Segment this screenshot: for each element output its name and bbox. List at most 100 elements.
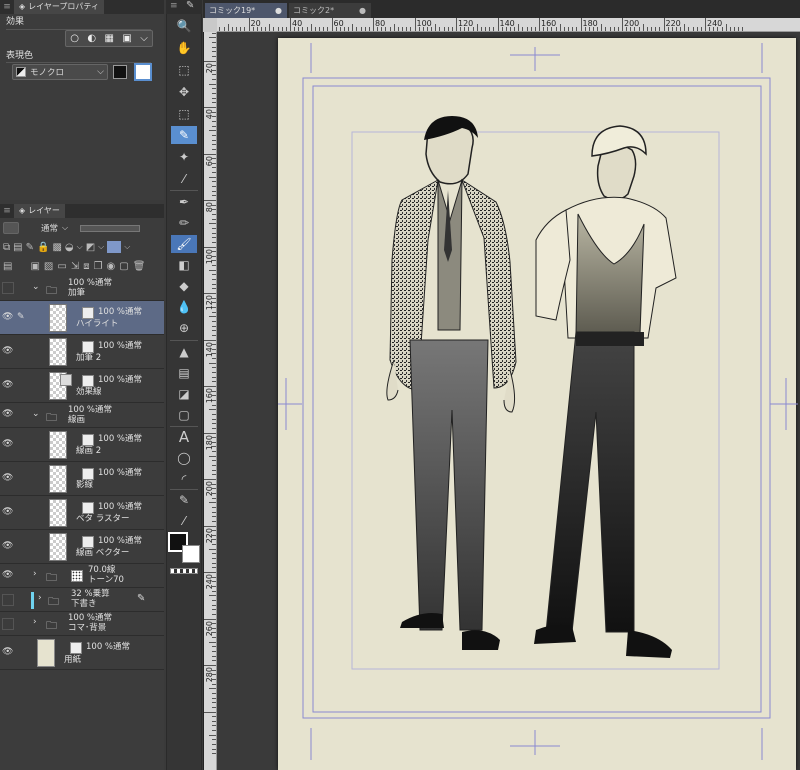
- panel-menu-icon[interactable]: ≡: [0, 206, 14, 216]
- correct-line-icon[interactable]: ✎: [171, 491, 197, 509]
- tab-layer[interactable]: ◈ レイヤー: [14, 204, 65, 218]
- eye-icon[interactable]: 👁: [2, 439, 14, 451]
- blend-mode-select[interactable]: 通常: [41, 222, 58, 234]
- eye-icon[interactable]: 👁: [2, 473, 14, 485]
- pencil-icon[interactable]: ✏: [171, 214, 197, 232]
- chevron-down-icon[interactable]: ⌵: [62, 223, 68, 233]
- ruler-icon[interactable]: ◩: [86, 242, 95, 253]
- chevron-down-icon[interactable]: ⌄: [32, 282, 40, 292]
- merge-icon[interactable]: ⧈: [83, 261, 89, 272]
- layer-list-icon[interactable]: ▤: [3, 261, 12, 272]
- transparent-color-swatch[interactable]: [170, 568, 198, 574]
- figure-icon[interactable]: ◪: [171, 385, 197, 403]
- white-swatch[interactable]: [134, 63, 152, 81]
- move-icon[interactable]: ✥: [171, 83, 197, 101]
- mask-icon[interactable]: ◒: [65, 242, 74, 253]
- effect-buttons[interactable]: ○ ◐ ▦ ▣ ⌵: [65, 30, 153, 47]
- layer-row[interactable]: 👁 100 %通常 影線: [0, 462, 164, 496]
- text-icon[interactable]: A: [171, 428, 197, 446]
- layer-row[interactable]: 👁 ✎ 100 %通常 ハイライト: [0, 301, 164, 335]
- layer-row[interactable]: 👁 100 %通常 ベタ ラスター: [0, 496, 164, 530]
- display-color-select[interactable]: モノクロ ⌵: [12, 64, 108, 80]
- clip-icon[interactable]: ⧉: [3, 242, 10, 253]
- layer-row-folder[interactable]: ⌄ 🗀 100 %通常 加筆: [0, 276, 164, 301]
- pen-icon[interactable]: ✒: [171, 193, 197, 211]
- eyedropper-icon[interactable]: ⁄: [171, 170, 197, 188]
- visibility-toggle[interactable]: [2, 282, 14, 294]
- eye-icon[interactable]: 👁: [2, 647, 14, 659]
- lock-alpha-icon[interactable]: ▩: [52, 242, 61, 253]
- chevron-down-icon[interactable]: ⌄: [32, 409, 40, 419]
- draft-icon[interactable]: ✎: [26, 242, 34, 253]
- panel-menu-icon[interactable]: ≡: [0, 2, 14, 12]
- eraser-icon[interactable]: ◧: [171, 256, 197, 274]
- eye-icon[interactable]: 👁: [2, 312, 14, 324]
- new-raster-icon[interactable]: ▣: [30, 261, 39, 272]
- tab-layer-property-label: レイヤープロパティ: [28, 2, 99, 11]
- sub-color-swatch[interactable]: [182, 545, 200, 563]
- magic-wand-icon[interactable]: ✦: [171, 148, 197, 166]
- eye-icon[interactable]: 👁: [2, 570, 14, 582]
- lock-icon[interactable]: 🔒: [37, 242, 49, 253]
- layer-row[interactable]: 👁 100 %通常 効果線: [0, 369, 164, 403]
- dropper-icon[interactable]: ⁄: [171, 512, 197, 530]
- black-swatch[interactable]: [113, 65, 127, 79]
- mask-add-icon[interactable]: ◉: [107, 261, 116, 272]
- eye-icon[interactable]: 👁: [2, 507, 14, 519]
- chevron-down-icon[interactable]: ⌵: [140, 33, 148, 44]
- eye-icon[interactable]: 👁: [2, 541, 14, 553]
- ref-icon[interactable]: ▤: [13, 242, 22, 253]
- blend-icon[interactable]: ◆: [171, 277, 197, 295]
- paint-bucket-icon[interactable]: ▲: [171, 343, 197, 361]
- layer-color-icon[interactable]: [107, 241, 122, 253]
- tab-document[interactable]: コミック2* ●: [289, 3, 371, 18]
- gradient-icon[interactable]: ▤: [171, 364, 197, 382]
- layer-color-icon[interactable]: ▣: [122, 33, 131, 44]
- tab-layer-property[interactable]: ◈ レイヤープロパティ: [14, 0, 104, 14]
- fill-icon[interactable]: 💧: [171, 298, 197, 316]
- tab-document[interactable]: コミック19* ●: [205, 3, 287, 18]
- frame-icon[interactable]: ▢: [171, 406, 197, 424]
- layer-row[interactable]: 👁 100 %通常 線画 2: [0, 428, 164, 462]
- copy-icon[interactable]: ❐: [94, 261, 103, 272]
- layer-row-folder[interactable]: › 🗀 32 %乗算 下書き ✎: [0, 588, 164, 612]
- balloon-icon[interactable]: ◯: [171, 449, 197, 467]
- brush-icon[interactable]: 🖌: [171, 235, 197, 253]
- opacity-slider[interactable]: [80, 224, 141, 232]
- chevron-right-icon[interactable]: ›: [38, 593, 42, 603]
- chevron-right-icon[interactable]: ›: [33, 617, 37, 627]
- hand-icon[interactable]: ✋: [171, 39, 197, 57]
- chevron-down-icon[interactable]: ⌵: [124, 242, 130, 252]
- selection-icon[interactable]: ⬚: [171, 105, 197, 123]
- layer-row-folder[interactable]: 👁 › 🗀 70.0線 トーン70: [0, 564, 164, 588]
- chevron-down-icon[interactable]: ⌵: [77, 242, 83, 252]
- eye-icon[interactable]: 👁: [2, 409, 14, 421]
- delete-icon[interactable]: 🗑: [133, 261, 146, 272]
- tone-pattern-icon[interactable]: ▦: [104, 33, 113, 44]
- object-select-icon[interactable]: ⬚: [171, 61, 197, 79]
- ruler-tick: [456, 18, 457, 31]
- blend-icon[interactable]: [3, 222, 19, 234]
- layer-row-paper[interactable]: 👁 100 %通常 用紙: [0, 636, 164, 670]
- chevron-right-icon[interactable]: ›: [33, 569, 37, 579]
- layer-row[interactable]: 👁 100 %通常 加筆 2: [0, 335, 164, 369]
- chevron-down-icon[interactable]: ⌵: [98, 242, 104, 252]
- apply-mask-icon[interactable]: ▢: [119, 261, 128, 272]
- zoom-icon[interactable]: 🔍: [171, 17, 197, 35]
- new-folder-icon[interactable]: ▭: [57, 261, 66, 272]
- layer-row-folder[interactable]: › 🗀 100 %通常 コマ･背景: [0, 612, 164, 636]
- layer-row-folder[interactable]: 👁 ⌄ 🗀 100 %通常 線画: [0, 403, 164, 428]
- border-effect-icon[interactable]: ○: [70, 33, 79, 44]
- visibility-toggle[interactable]: [2, 594, 14, 606]
- panel-menu-icon[interactable]: ≡: [170, 1, 178, 11]
- globe-icon[interactable]: ⊕: [171, 319, 197, 337]
- layer-row[interactable]: 👁 100 %通常 線画 ベクター: [0, 530, 164, 564]
- speed-line-icon[interactable]: ◜: [171, 470, 197, 488]
- visibility-toggle[interactable]: [2, 618, 14, 630]
- transfer-down-icon[interactable]: ⇲: [71, 261, 79, 272]
- eye-icon[interactable]: 👁: [2, 380, 14, 392]
- auto-select-icon[interactable]: ✎: [171, 126, 197, 144]
- eye-icon[interactable]: 👁: [2, 346, 14, 358]
- new-vector-icon[interactable]: ▨: [44, 261, 53, 272]
- tone-effect-icon[interactable]: ◐: [87, 33, 96, 44]
